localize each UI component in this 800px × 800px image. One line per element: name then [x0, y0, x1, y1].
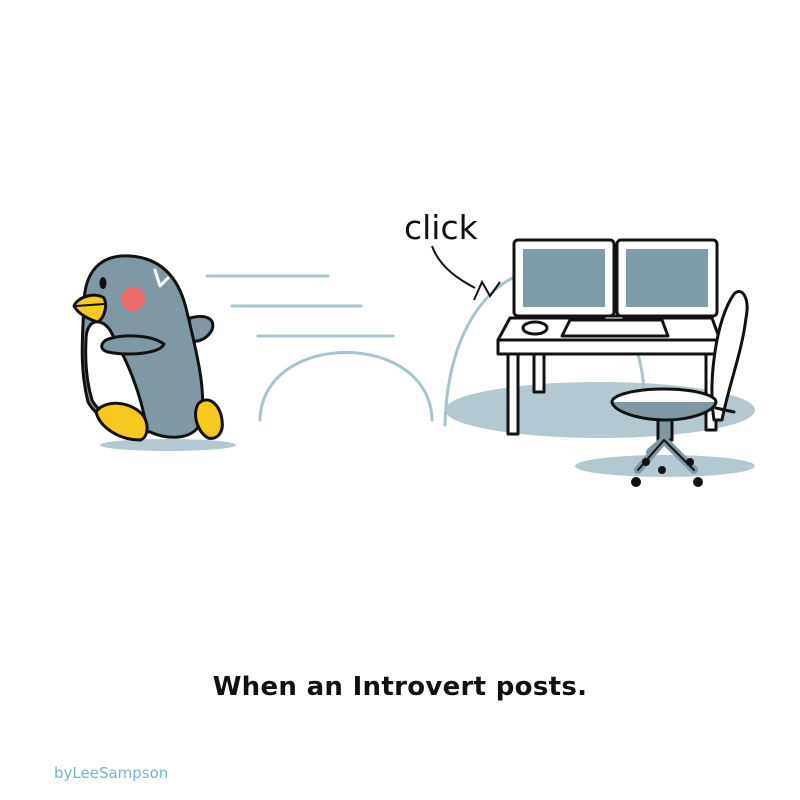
click-pointer-line	[431, 245, 476, 289]
penguin-shadow	[100, 439, 236, 451]
dual-monitors	[512, 238, 719, 324]
artist-credit: byLeeSampson	[54, 764, 169, 782]
click-sound-effect: click	[404, 208, 479, 247]
comic-caption: When an Introvert posts.	[212, 672, 588, 702]
chair-shadow	[575, 455, 755, 477]
mouse	[521, 320, 549, 336]
penguin-character	[72, 254, 224, 442]
keyboard	[560, 318, 670, 338]
speed-lines	[205, 274, 395, 338]
